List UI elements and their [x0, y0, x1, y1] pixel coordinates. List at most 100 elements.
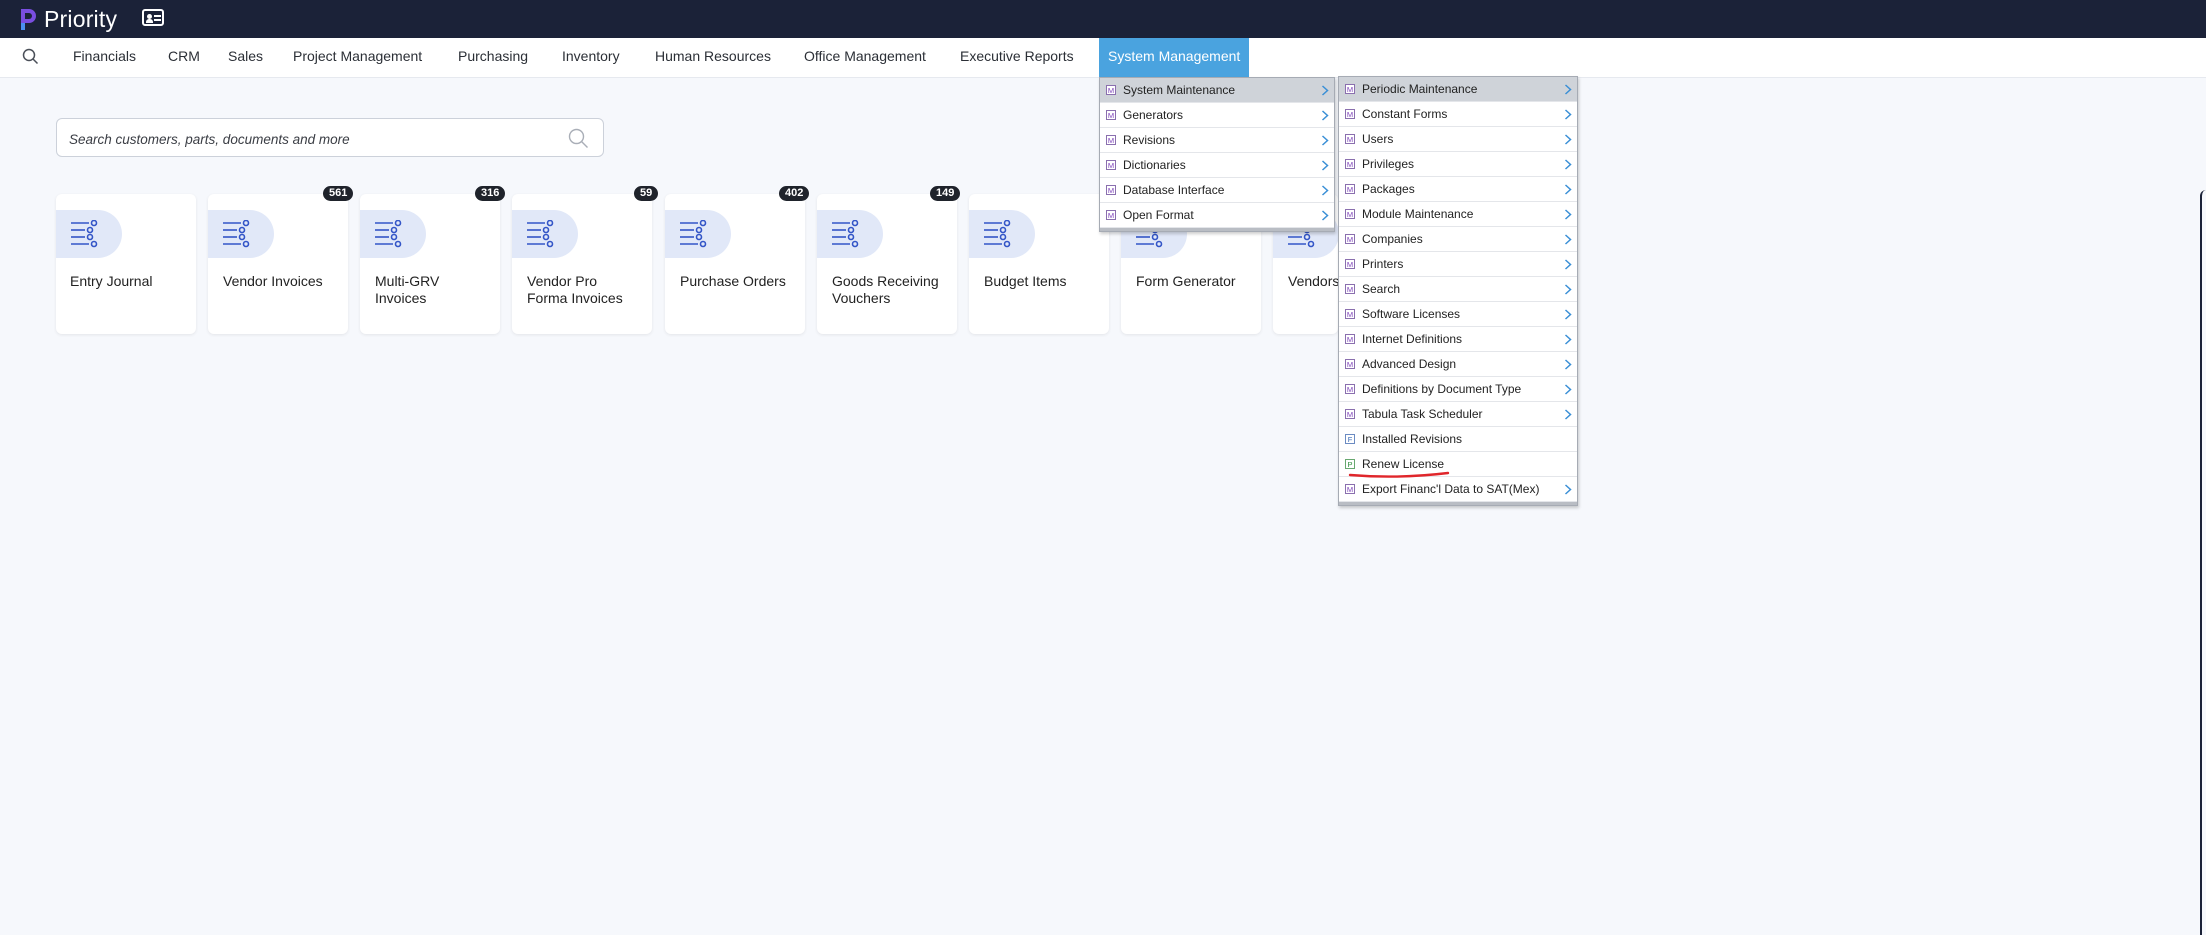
shortcut-card-goods-receiving-vouchers[interactable]: Goods Receiving Vouchers	[817, 194, 957, 334]
chevron-right-icon	[1564, 159, 1572, 170]
card-label: Vendor Invoices	[223, 273, 323, 289]
menu-item-dictionaries[interactable]: M Dictionaries	[1100, 153, 1334, 178]
menu-type-icon: M	[1106, 185, 1116, 195]
menu-inventory[interactable]: Inventory	[562, 38, 620, 77]
chevron-right-icon	[1564, 134, 1572, 145]
menu-type-icon: F	[1345, 434, 1355, 444]
red-underline-annotation	[1348, 471, 1450, 478]
chevron-right-icon	[1564, 359, 1572, 370]
menu-type-icon: M	[1345, 234, 1355, 244]
menu-item-search[interactable]: M Search	[1339, 277, 1577, 302]
menu-item-label: Users	[1362, 132, 1394, 146]
menu-item-internet-definitions[interactable]: M Internet Definitions	[1339, 327, 1577, 352]
card-label: Vendor Pro Forma Invoices	[527, 273, 623, 306]
list-settings-icon	[208, 210, 274, 258]
menu-item-export-financial-data-sat-mex[interactable]: M Export Financ'l Data to SAT(Mex)	[1339, 477, 1577, 502]
menu-item-revisions[interactable]: M Revisions	[1100, 128, 1334, 153]
menu-type-icon: M	[1345, 209, 1355, 219]
menu-bottom-edge	[1100, 228, 1334, 231]
menu-item-label: Software Licenses	[1362, 307, 1461, 321]
menu-type-icon: M	[1345, 259, 1355, 269]
menu-item-tabula-task-scheduler[interactable]: M Tabula Task Scheduler	[1339, 402, 1577, 427]
menu-type-icon: M	[1106, 135, 1116, 145]
menu-crm[interactable]: CRM	[168, 38, 200, 77]
search-icon[interactable]	[22, 48, 39, 65]
menu-sales[interactable]: Sales	[228, 38, 263, 77]
chevron-right-icon	[1321, 185, 1329, 196]
chevron-right-icon	[1564, 84, 1572, 95]
menu-item-database-interface[interactable]: M Database Interface	[1100, 178, 1334, 203]
chevron-right-icon	[1564, 259, 1572, 270]
menu-item-label: Export Financ'l Data to SAT(Mex)	[1362, 482, 1540, 496]
menu-item-label: Database Interface	[1123, 183, 1225, 197]
menu-purchasing[interactable]: Purchasing	[458, 38, 528, 77]
id-card-icon[interactable]	[142, 9, 164, 26]
menu-type-icon: M	[1345, 309, 1355, 319]
menu-item-privileges[interactable]: M Privileges	[1339, 152, 1577, 177]
shortcut-card-purchase-orders[interactable]: Purchase Orders	[665, 194, 805, 334]
system-management-menu: M System Maintenance M Generators M Revi…	[1099, 77, 1335, 232]
menu-financials[interactable]: Financials	[73, 38, 136, 77]
menu-item-label: Printers	[1362, 257, 1404, 271]
menu-item-system-maintenance[interactable]: M System Maintenance	[1100, 78, 1334, 103]
chevron-right-icon	[1321, 110, 1329, 121]
menu-item-label: Search	[1362, 282, 1401, 296]
chevron-right-icon	[1564, 384, 1572, 395]
list-settings-icon	[665, 210, 731, 258]
shortcut-card-budget-items[interactable]: Budget Items	[969, 194, 1109, 334]
card-label: Purchase Orders	[680, 273, 786, 289]
menu-type-icon: M	[1345, 284, 1355, 294]
menu-type-icon: M	[1345, 109, 1355, 119]
menu-item-label: Definitions by Document Type	[1362, 382, 1522, 396]
menu-system-management[interactable]: System Management	[1099, 38, 1250, 77]
menu-item-software-licenses[interactable]: M Software Licenses	[1339, 302, 1577, 327]
chevron-right-icon	[1564, 234, 1572, 245]
priority-logo[interactable]: Priority	[18, 5, 117, 33]
menu-item-periodic-maintenance[interactable]: M Periodic Maintenance	[1339, 77, 1577, 102]
global-search-box	[56, 118, 604, 157]
menu-item-companies[interactable]: M Companies	[1339, 227, 1577, 252]
menu-item-installed-revisions[interactable]: F Installed Revisions	[1339, 427, 1577, 452]
menu-type-icon: M	[1345, 134, 1355, 144]
menu-type-icon: M	[1106, 85, 1116, 95]
menu-office-management[interactable]: Office Management	[804, 38, 926, 77]
menu-item-label: Privileges	[1362, 157, 1415, 171]
menu-item-label: Generators	[1123, 108, 1184, 122]
menu-type-icon: M	[1345, 359, 1355, 369]
menu-executive-reports[interactable]: Executive Reports	[960, 38, 1074, 77]
shortcut-card-vendor-invoices[interactable]: Vendor Invoices	[208, 194, 348, 334]
chevron-right-icon	[1564, 184, 1572, 195]
menu-item-label: Revisions	[1123, 133, 1176, 147]
menu-item-users[interactable]: M Users	[1339, 127, 1577, 152]
menu-item-printers[interactable]: M Printers	[1339, 252, 1577, 277]
count-badge: 149	[930, 186, 961, 201]
menu-item-label: Constant Forms	[1362, 107, 1448, 121]
card-label: Vendors	[1288, 273, 1338, 289]
chevron-right-icon	[1564, 109, 1572, 120]
chevron-right-icon	[1564, 284, 1572, 295]
list-settings-icon	[512, 210, 578, 258]
menu-item-label: Tabula Task Scheduler	[1362, 407, 1483, 421]
chevron-right-icon	[1321, 135, 1329, 146]
menu-item-label: Periodic Maintenance	[1362, 82, 1478, 96]
menu-item-module-maintenance[interactable]: M Module Maintenance	[1339, 202, 1577, 227]
shortcut-card-entry-journal[interactable]: Entry Journal	[56, 194, 196, 334]
menu-item-generators[interactable]: M Generators	[1100, 103, 1334, 128]
menu-item-label: Module Maintenance	[1362, 207, 1474, 221]
list-settings-icon	[969, 210, 1035, 258]
priority-logo-icon	[21, 9, 36, 30]
card-label: Multi-GRV Invoices	[375, 273, 440, 306]
menu-item-constant-forms[interactable]: M Constant Forms	[1339, 102, 1577, 127]
menu-item-packages[interactable]: M Packages	[1339, 177, 1577, 202]
shortcut-card-vendor-pro-forma-invoices[interactable]: Vendor Pro Forma Invoices	[512, 194, 652, 334]
menu-project-management[interactable]: Project Management	[293, 38, 422, 77]
menu-type-icon: M	[1345, 409, 1355, 419]
global-search-input[interactable]	[67, 127, 541, 151]
shortcut-card-multi-grv-invoices[interactable]: Multi-GRV Invoices	[360, 194, 500, 334]
menu-human-resources[interactable]: Human Resources	[655, 38, 771, 77]
search-icon[interactable]	[568, 128, 589, 149]
menu-item-advanced-design[interactable]: M Advanced Design	[1339, 352, 1577, 377]
menu-item-open-format[interactable]: M Open Format	[1100, 203, 1334, 228]
card-label: Entry Journal	[70, 273, 153, 289]
menu-item-definitions-by-document-type[interactable]: M Definitions by Document Type	[1339, 377, 1577, 402]
